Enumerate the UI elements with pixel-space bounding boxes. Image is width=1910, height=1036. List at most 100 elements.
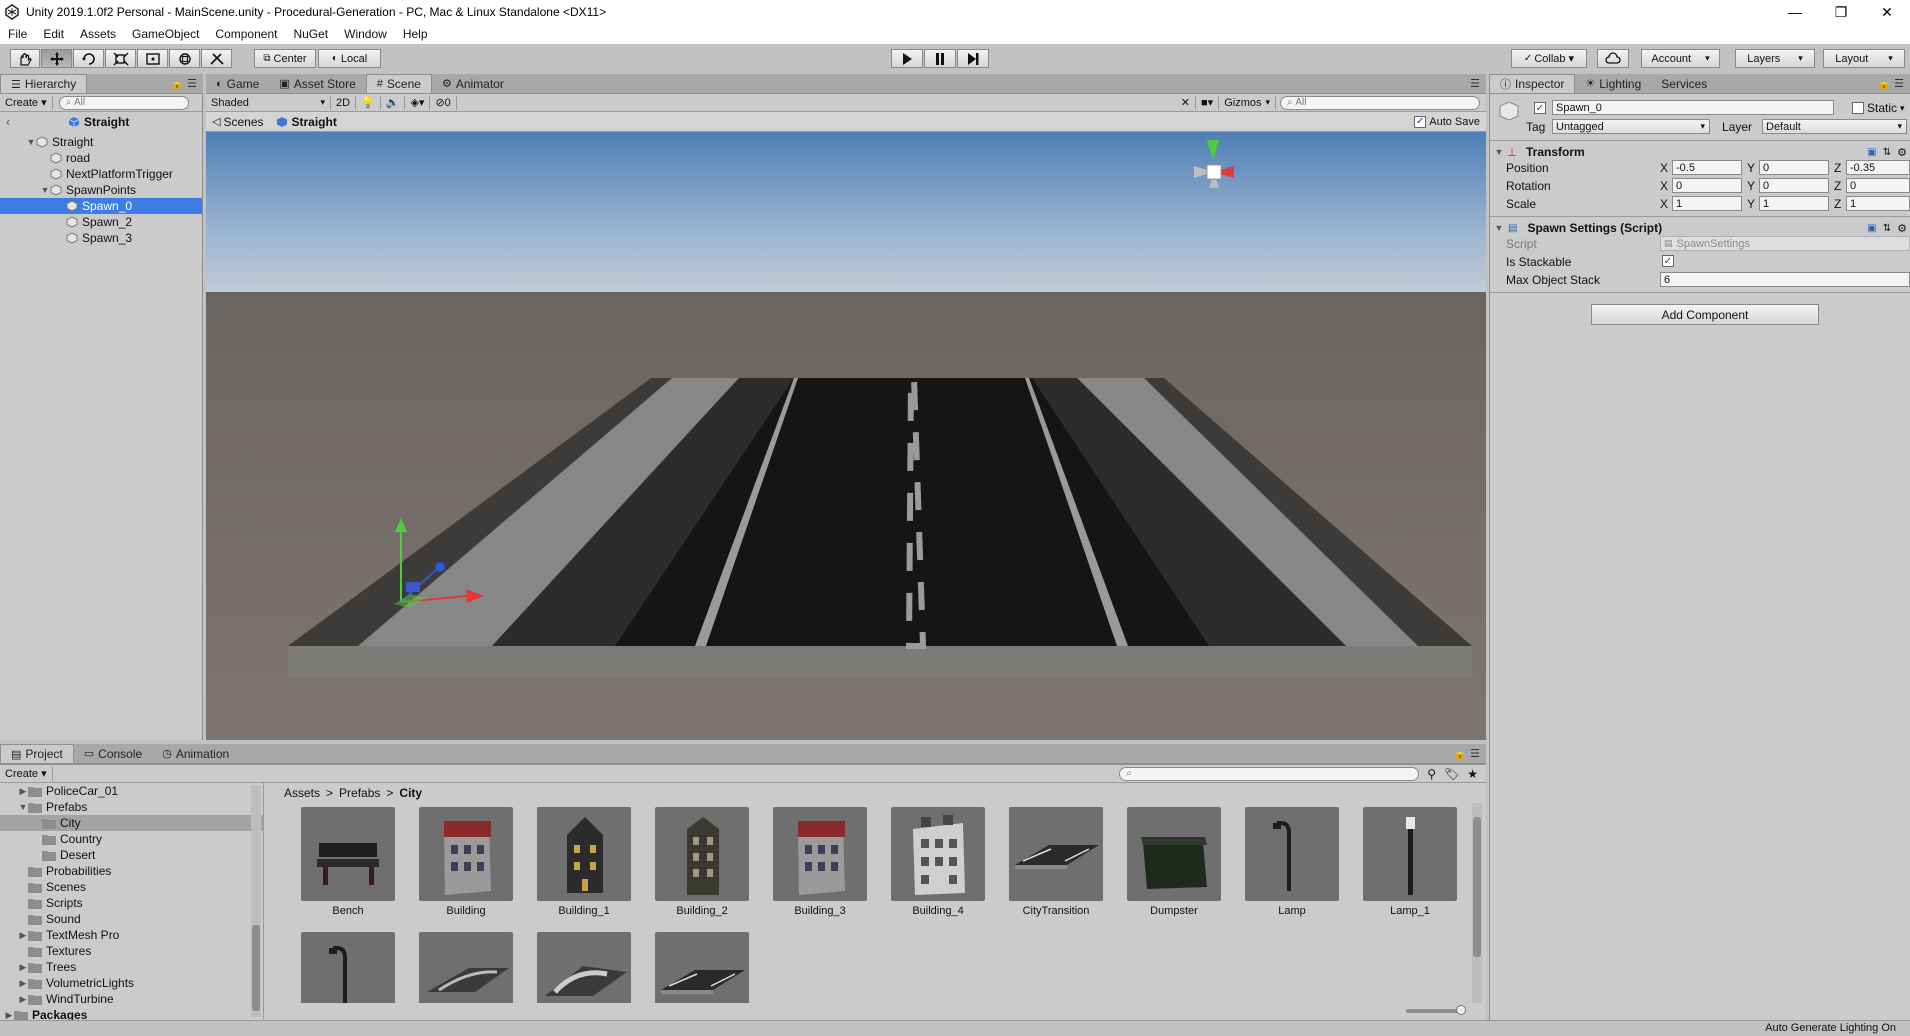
tab-services[interactable]: Services — [1651, 74, 1717, 93]
folder-item[interactable]: Probabilities — [0, 863, 263, 879]
scene-viewport[interactable] — [206, 132, 1486, 740]
help-icon[interactable]: ▣ — [1867, 147, 1876, 158]
asset-tile[interactable]: Building — [419, 807, 513, 917]
panel-menu-icon[interactable]: ☰ — [1470, 77, 1480, 90]
hierarchy-item[interactable]: road — [0, 150, 202, 166]
active-checkbox[interactable]: ✓ — [1534, 102, 1546, 114]
cloud-button[interactable] — [1597, 49, 1629, 68]
close-button[interactable]: ✕ — [1864, 0, 1910, 24]
move-tool-button[interactable] — [41, 49, 72, 68]
rotation-z-field[interactable]: 0 — [1846, 178, 1910, 193]
play-button[interactable] — [891, 49, 923, 68]
scale-z-field[interactable]: 1 — [1846, 196, 1910, 211]
tab-asset-store[interactable]: ▣ Asset Store — [269, 74, 365, 93]
folder-item[interactable]: ▶ TextMesh Pro — [0, 927, 263, 943]
hidden-objects-toggle[interactable]: ⊘ 0 — [430, 95, 457, 110]
folder-item[interactable]: Textures — [0, 943, 263, 959]
collab-button[interactable]: ✓ Collab ▾ — [1511, 49, 1587, 68]
2d-toggle-button[interactable]: 2D — [331, 95, 357, 110]
spawn-settings-header[interactable]: ▼ ▤ Spawn Settings (Script) ▣ ⇅ ⚙ — [1490, 219, 1910, 237]
folder-item[interactable]: Scenes — [0, 879, 263, 895]
menu-component[interactable]: Component — [207, 27, 285, 41]
hierarchy-create-button[interactable]: Create ▾ — [0, 95, 53, 110]
asset-tile[interactable]: Building_4 — [891, 807, 985, 917]
effects-dropdown[interactable]: ◈▾ — [405, 95, 431, 110]
tab-animator[interactable]: ⚙ Animator — [432, 74, 514, 93]
foldout-arrow-icon[interactable]: ▼ — [1494, 223, 1504, 233]
object-name-field[interactable]: Spawn_0 — [1552, 100, 1834, 115]
scale-y-field[interactable]: 1 — [1759, 196, 1829, 211]
folder-item[interactable]: ▶ PoliceCar_01 — [0, 783, 263, 799]
menu-gameobject[interactable]: GameObject — [124, 27, 207, 41]
asset-tile[interactable]: Building_1 — [537, 807, 631, 917]
custom-tool-button[interactable] — [201, 49, 232, 68]
breadcrumb-assets[interactable]: Assets — [284, 786, 320, 800]
layers-dropdown[interactable]: Layers ▾ — [1735, 49, 1815, 68]
tab-game[interactable]: ◐ Game — [206, 74, 269, 93]
scale-tool-button[interactable] — [105, 49, 136, 68]
gizmo-z-arrow-icon[interactable] — [435, 562, 445, 572]
account-dropdown[interactable]: Account ▾ — [1641, 49, 1720, 68]
breadcrumb-root[interactable]: Scenes — [223, 115, 263, 129]
rotation-y-field[interactable]: 0 — [1759, 178, 1829, 193]
hierarchy-search-input[interactable]: ⌕ All — [58, 95, 189, 110]
add-component-button[interactable]: Add Component — [1591, 304, 1819, 325]
auto-save-checkbox[interactable]: ✓ — [1414, 115, 1427, 128]
pivot-mode-button[interactable]: ⧉ Center — [254, 49, 316, 68]
foldout-arrow-icon[interactable]: ▼ — [40, 185, 50, 195]
foldout-arrow-icon[interactable]: ▼ — [18, 802, 28, 812]
transform-header[interactable]: ▼ ⟂ Transform ▣ ⇅ ⚙ — [1490, 143, 1910, 161]
gizmos-dropdown[interactable]: Gizmos ▾ — [1219, 95, 1276, 110]
gear-icon[interactable]: ⚙ — [1897, 146, 1907, 159]
hierarchy-item[interactable]: Spawn_3 — [0, 230, 202, 246]
rotate-tool-button[interactable] — [73, 49, 104, 68]
back-arrow-icon[interactable]: ‹ — [0, 115, 16, 129]
layout-dropdown[interactable]: Layout ▾ — [1823, 49, 1905, 68]
foldout-arrow-icon[interactable]: ▶ — [18, 978, 28, 989]
asset-grid-scrollbar[interactable] — [1472, 803, 1482, 1003]
menu-edit[interactable]: Edit — [35, 27, 72, 41]
step-button[interactable] — [957, 49, 989, 68]
foldout-arrow-icon[interactable]: ▶ — [18, 930, 28, 941]
folder-item[interactable]: Scripts — [0, 895, 263, 911]
hand-tool-button[interactable] — [10, 49, 40, 68]
tab-console[interactable]: ▭ Console — [74, 744, 152, 763]
foldout-arrow-icon[interactable]: ▼ — [1494, 147, 1504, 157]
tab-animation[interactable]: ◷ Animation — [152, 744, 239, 763]
folder-item[interactable]: ▶ WindTurbine — [0, 991, 263, 1007]
folder-item[interactable]: ▶ Packages — [0, 1007, 263, 1021]
panel-menu-icon[interactable]: 🔒 ☰ — [1453, 747, 1480, 760]
project-search-input[interactable]: ⌕ — [1119, 766, 1420, 781]
pause-button[interactable] — [924, 49, 956, 68]
favorite-star-icon[interactable]: ★ — [1467, 767, 1478, 781]
shading-mode-dropdown[interactable]: Shaded ▾ — [206, 95, 331, 110]
breadcrumb-prefabs[interactable]: Prefabs — [339, 786, 380, 800]
hierarchy-item[interactable]: Spawn_2 — [0, 214, 202, 230]
asset-tile[interactable]: Lamp_1 — [1363, 807, 1457, 917]
folder-item[interactable]: ▶ Trees — [0, 959, 263, 975]
tab-hierarchy[interactable]: ☰ Hierarchy — [0, 74, 88, 93]
scene-header[interactable]: ‹ Straight — [0, 114, 202, 130]
menu-nuget[interactable]: NuGet — [285, 27, 336, 41]
folder-item-selected[interactable]: City — [0, 815, 263, 831]
asset-tile[interactable]: Building_3 — [773, 807, 867, 917]
lighting-toggle-button[interactable]: 💡 — [356, 95, 381, 110]
position-y-field[interactable]: 0 — [1759, 160, 1829, 175]
menu-help[interactable]: Help — [395, 27, 436, 41]
preset-icon[interactable]: ⇅ — [1883, 223, 1891, 234]
preset-icon[interactable]: ⇅ — [1883, 147, 1891, 158]
filter-type-icon[interactable]: ⚲ — [1427, 767, 1436, 781]
position-z-field[interactable]: -0.35 — [1846, 160, 1910, 175]
foldout-arrow-icon[interactable]: ▶ — [18, 786, 28, 797]
hierarchy-item[interactable]: ▼ SpawnPoints — [0, 182, 202, 198]
scene-tools-button[interactable]: ✕ — [1176, 95, 1197, 110]
scenes-back-icon[interactable]: ◁ — [212, 115, 220, 128]
folder-tree-scrollbar[interactable] — [251, 785, 261, 1017]
panel-menu-icon[interactable]: 🔒 ☰ — [170, 77, 197, 90]
restore-button[interactable]: ❐ — [1818, 0, 1864, 24]
menu-file[interactable]: File — [0, 27, 35, 41]
max-object-stack-field[interactable]: 6 — [1660, 272, 1910, 287]
gizmo-plane-handle[interactable] — [406, 582, 420, 592]
is-stackable-checkbox[interactable]: ✓ — [1662, 255, 1674, 267]
asset-tile[interactable]: Lamp — [1245, 807, 1339, 917]
